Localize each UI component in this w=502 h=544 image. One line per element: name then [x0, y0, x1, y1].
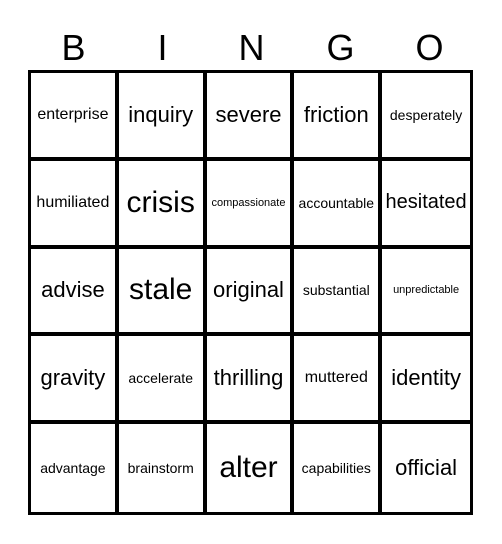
- bingo-board: enterprise inquiry severe friction despe…: [28, 70, 473, 515]
- bingo-cell[interactable]: crisis: [118, 160, 207, 249]
- bingo-cell[interactable]: substantial: [294, 248, 383, 337]
- bingo-cell[interactable]: advantage: [31, 424, 119, 512]
- bingo-cell[interactable]: stale: [118, 248, 207, 337]
- bingo-cell[interactable]: brainstorm: [119, 424, 207, 512]
- bingo-cell[interactable]: thrilling: [206, 336, 295, 425]
- bingo-cell[interactable]: alter: [207, 424, 295, 512]
- bingo-cell[interactable]: hesitated: [382, 161, 470, 249]
- bingo-cell[interactable]: original: [206, 248, 295, 337]
- bingo-cell[interactable]: muttered: [294, 336, 383, 425]
- bingo-cell[interactable]: friction: [294, 73, 383, 161]
- bingo-cell[interactable]: accountable: [294, 160, 383, 249]
- header-letter-n: N: [238, 27, 265, 68]
- header-letter-g: G: [326, 27, 355, 68]
- bingo-cell[interactable]: enterprise: [31, 73, 119, 161]
- bingo-cell[interactable]: desperately: [382, 73, 470, 161]
- bingo-cell[interactable]: capabilities: [294, 424, 383, 512]
- bingo-cell[interactable]: humiliated: [31, 160, 119, 249]
- header-letter-o: O: [415, 27, 444, 68]
- bingo-cell[interactable]: gravity: [31, 336, 119, 425]
- header-letter-i: I: [157, 27, 168, 68]
- bingo-cell[interactable]: severe: [206, 73, 295, 161]
- bingo-cell[interactable]: unpredictable: [382, 249, 470, 337]
- header-letter-b: B: [61, 27, 86, 68]
- bingo-cell[interactable]: accelerate: [118, 336, 207, 425]
- bingo-header: B I N G O: [29, 26, 474, 70]
- bingo-cell[interactable]: official: [382, 424, 470, 512]
- bingo-cell[interactable]: advise: [31, 248, 119, 337]
- bingo-cell[interactable]: identity: [382, 336, 470, 425]
- bingo-cell[interactable]: inquiry: [118, 73, 207, 161]
- bingo-cell[interactable]: compassionate: [206, 160, 295, 249]
